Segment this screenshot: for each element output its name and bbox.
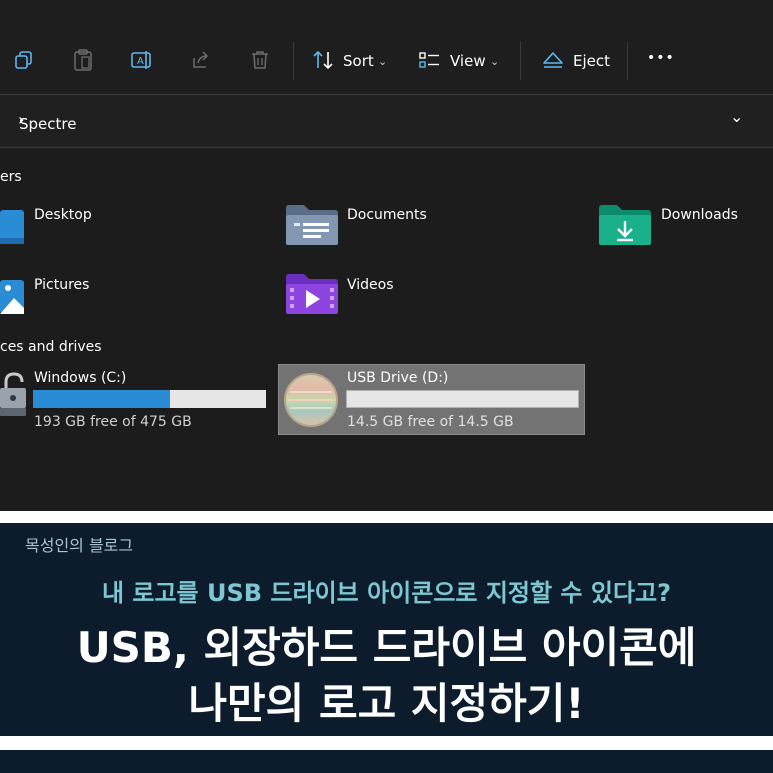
documents-folder-icon[interactable] — [286, 204, 338, 246]
divider — [0, 147, 773, 148]
folder-label-desktop[interactable]: Desktop — [34, 207, 92, 223]
copy-icon[interactable] — [13, 48, 35, 72]
view-button[interactable]: View — [450, 52, 486, 70]
command-bar: A Sort ⌄ View ⌄ Eject ••• — [0, 0, 773, 94]
drive-c-free-text: 193 GB free of 475 GB — [34, 414, 192, 430]
banner-title-line2: 나만의 로고 지정하기! — [188, 679, 585, 728]
drives-section-title: ces and drives — [0, 339, 102, 355]
delete-icon[interactable] — [249, 48, 271, 72]
toolbar-divider — [293, 42, 294, 80]
paste-icon[interactable] — [72, 48, 94, 72]
eject-icon — [542, 48, 564, 72]
address-dropdown-icon[interactable]: ⌄ — [730, 107, 743, 126]
folder-label-videos[interactable]: Videos — [347, 277, 394, 293]
bottom-band — [0, 750, 773, 773]
desktop-folder-icon[interactable] — [0, 208, 24, 246]
sort-icon — [313, 48, 335, 72]
toolbar-divider — [627, 42, 628, 80]
folders-section-title: ers — [0, 169, 22, 185]
folder-label-pictures[interactable]: Pictures — [34, 277, 89, 293]
downloads-folder-icon[interactable] — [599, 204, 651, 246]
eject-button[interactable]: Eject — [573, 52, 610, 70]
usb-drive-icon[interactable] — [284, 372, 338, 428]
breadcrumb-location[interactable]: Spectre — [19, 115, 76, 133]
drive-c-usage-fill — [33, 390, 171, 408]
address-bar[interactable]: › Spectre ⌄ — [0, 95, 773, 147]
drive-usb-usage-bar — [346, 390, 579, 408]
pictures-folder-icon[interactable] — [0, 278, 24, 316]
blog-name: 목성인의 블로그 — [25, 536, 134, 555]
drive-label-usb[interactable]: USB Drive (D:) — [347, 370, 448, 386]
drive-label-c[interactable]: Windows (C:) — [34, 370, 126, 386]
banner-top-border — [0, 511, 773, 523]
breadcrumb-location-label: Spectre — [19, 115, 77, 133]
drive-usb-free-text: 14.5 GB free of 14.5 GB — [347, 414, 514, 430]
folder-label-documents[interactable]: Documents — [347, 207, 427, 223]
view-icon — [419, 48, 441, 72]
chevron-down-icon: ⌄ — [378, 55, 388, 68]
folder-label-downloads[interactable]: Downloads — [661, 207, 738, 223]
banner-title-line1: USB, 외장하드 드라이브 아이콘에 — [76, 623, 697, 672]
drive-c-usage-bar — [33, 390, 266, 408]
banner-bottom-border — [0, 736, 773, 750]
toolbar-divider — [520, 42, 521, 80]
chevron-down-icon: ⌄ — [490, 55, 500, 68]
share-icon[interactable] — [190, 48, 212, 72]
banner-subtitle: 내 로고를 USB 드라이브 아이콘으로 지정할 수 있다고? — [101, 579, 672, 607]
sort-button[interactable]: Sort — [343, 52, 374, 70]
drive-c-icon[interactable] — [0, 370, 28, 418]
videos-folder-icon[interactable] — [286, 273, 338, 315]
svg-text:A: A — [137, 56, 144, 67]
rename-icon[interactable]: A — [131, 48, 153, 72]
more-icon[interactable]: ••• — [647, 49, 675, 67]
